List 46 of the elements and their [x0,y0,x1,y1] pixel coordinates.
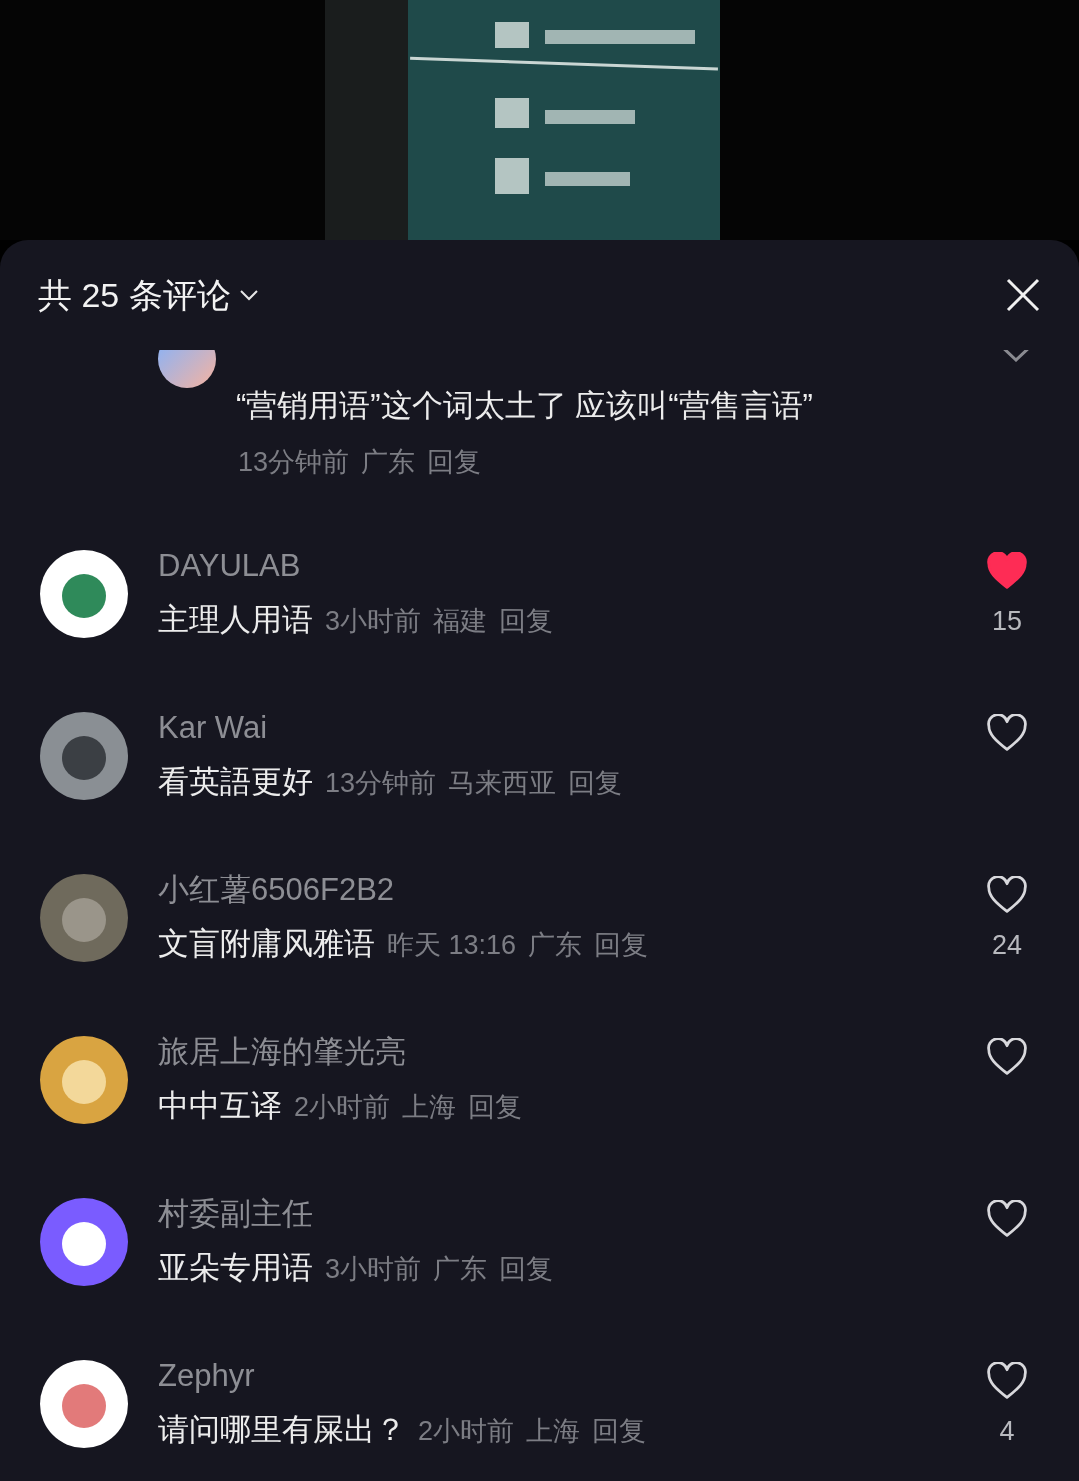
comment-location: 上海 [402,1091,457,1124]
comment-text: 请问哪里有屎出？ [158,1411,406,1449]
avatar[interactable] [40,1198,128,1286]
like-count: 4 [999,1415,1015,1448]
close-icon [1006,278,1040,312]
user-name[interactable]: 旅居上海的肇光亮 [158,1032,977,1072]
comment-count-dropdown[interactable]: 共 25 条评论 [38,269,259,321]
reply-link[interactable]: 回复 [568,763,623,803]
like-count: 15 [991,605,1022,638]
comment-time: 3小时前 [325,1253,422,1286]
comment-text: 文盲附庸风雅语 [158,925,375,963]
user-name[interactable]: 村委副主任 [158,1194,977,1234]
user-name[interactable]: DAYULAB [158,546,977,586]
comment-time: 3小时前 [325,605,422,638]
reply-link[interactable]: 回复 [594,925,649,965]
comment-location: 福建 [433,605,488,638]
chevron-down-icon [238,289,259,301]
comment-time: 昨天 13:16 [387,929,517,962]
comment-text: 主理人用语 [158,601,313,639]
comment-location: 广东 [528,929,583,962]
comment-time: 13分钟前 [238,446,350,479]
reply-link[interactable]: 回复 [468,1087,523,1127]
comment-text: “营销用语”这个词太土了 应该叫“营售言语” [236,387,814,425]
comment-time: 13分钟前 [325,767,437,800]
comment-text: 中中互译 [158,1087,282,1125]
avatar[interactable] [40,1360,128,1448]
reply-link[interactable]: 回复 [427,444,482,480]
user-name[interactable]: Zephyr [158,1356,977,1396]
close-button[interactable] [1005,277,1041,313]
avatar[interactable] [40,1036,128,1124]
comment-text: 亚朵专用语 [158,1249,313,1287]
reply-link[interactable]: 回复 [499,601,554,641]
comment-text: 看英語更好 [158,763,313,801]
comment-location: 上海 [526,1415,581,1448]
comment-location: 广东 [361,446,416,479]
reply-link[interactable]: 回复 [499,1249,554,1289]
comment-location: 马来西亚 [448,767,557,800]
avatar[interactable] [40,550,128,638]
comment-time: 2小时前 [294,1091,391,1124]
comment-location: 广东 [433,1253,488,1286]
reply-link[interactable]: 回复 [592,1411,647,1451]
like-count: 24 [991,929,1022,962]
user-name[interactable]: 小红薯6506F2B2 [158,870,977,910]
avatar[interactable] [40,874,128,962]
comment-time: 2小时前 [418,1415,515,1448]
user-name[interactable]: Kar Wai [158,708,977,748]
